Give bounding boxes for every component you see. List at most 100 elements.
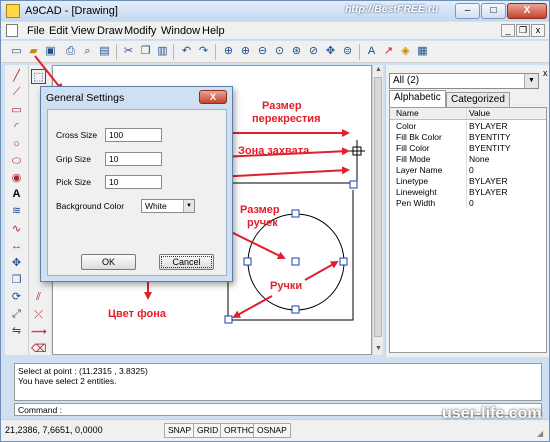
scroll-down-icon[interactable]: ▼	[374, 345, 383, 354]
menu-draw[interactable]: Draw	[97, 25, 123, 37]
scroll-up-icon[interactable]: ▲	[374, 66, 383, 75]
background-color-label: Background Color	[56, 201, 125, 211]
mdi-close-button[interactable]: x	[531, 24, 545, 37]
dialog-close-button[interactable]: X	[199, 90, 227, 104]
circle-icon[interactable]: ○	[9, 137, 24, 152]
cancel-button[interactable]: Cancel	[159, 254, 214, 270]
rotate-icon[interactable]: ⟳	[9, 290, 24, 305]
zoom-previous-icon[interactable]: ⊘	[306, 44, 321, 59]
cross-size-label: Cross Size	[56, 130, 98, 140]
extend-icon[interactable]: ⟿	[31, 325, 47, 340]
resize-grip-icon[interactable]: ◢	[537, 429, 547, 439]
minimize-button[interactable]: –	[455, 3, 480, 19]
print-preview-icon[interactable]: ⌕	[80, 44, 95, 59]
property-row[interactable]: Fill Bk Color BYENTITY	[390, 132, 546, 143]
point-icon[interactable]: ◉	[9, 171, 24, 186]
properties-icon[interactable]: ▦	[415, 44, 430, 59]
tab-categorized[interactable]: Categorized	[446, 92, 510, 107]
arc-icon[interactable]: ◜	[9, 120, 24, 135]
redo-icon[interactable]: ↷	[196, 44, 211, 59]
line-icon[interactable]: ╱	[9, 69, 24, 84]
polyline-icon[interactable]: ⟋	[9, 85, 24, 100]
document-icon[interactable]	[6, 24, 18, 37]
property-value: BYLAYER	[466, 176, 544, 187]
pan-icon[interactable]: ✥	[323, 44, 338, 59]
close-button[interactable]: X	[507, 3, 547, 19]
zoom-extents-icon[interactable]: ⊛	[289, 44, 304, 59]
undo-icon[interactable]: ↶	[179, 44, 194, 59]
watermark-top: http://BestFREE.ru	[345, 3, 439, 15]
dialog-title: General Settings	[46, 92, 125, 104]
cross-size-input[interactable]: 100	[105, 128, 162, 142]
property-row[interactable]: Color BYLAYER	[390, 121, 546, 132]
menu-window[interactable]: Window	[161, 25, 200, 37]
trim-icon[interactable]: ⤫	[31, 308, 46, 323]
panel-close-icon[interactable]: x	[543, 68, 548, 78]
print-icon[interactable]: ⎙	[63, 44, 78, 59]
osnap-toggle[interactable]: OSNAP	[253, 423, 291, 438]
command-history[interactable]: Select at point : (11.2315 , 3.8325) You…	[14, 363, 542, 401]
copy-entity-icon[interactable]: ❐	[9, 273, 24, 288]
canvas-vertical-scrollbar[interactable]: ▲ ▼	[372, 65, 383, 355]
move-icon[interactable]: ✥	[9, 256, 24, 271]
text-style-icon[interactable]: A	[364, 44, 379, 59]
dimension-style-icon[interactable]: ↗	[381, 44, 396, 59]
command-history-line: Select at point : (11.2315 , 3.8325)	[18, 366, 148, 376]
select-icon[interactable]: ⬚	[31, 69, 46, 84]
rectangle-icon[interactable]: ▭	[9, 103, 24, 118]
grip-size-label: Grip Size	[56, 154, 91, 164]
zoom-out-icon[interactable]: ⊖	[255, 44, 270, 59]
print-setup-icon[interactable]: ▤	[97, 44, 112, 59]
open-icon[interactable]: ▰	[26, 44, 41, 59]
property-row[interactable]: Linetype BYLAYER	[390, 176, 546, 187]
mdi-minimize-button[interactable]: _	[501, 24, 515, 37]
erase-icon[interactable]: ⌫	[31, 342, 47, 357]
zoom-window-icon[interactable]: ⊕	[221, 44, 236, 59]
snap-toggle[interactable]: SNAP	[164, 423, 196, 438]
zoom-scale-icon[interactable]: ⊜	[340, 44, 355, 59]
property-row[interactable]: Layer Name 0	[390, 165, 546, 176]
save-icon[interactable]: ▣	[43, 44, 58, 59]
pick-size-input[interactable]: 10	[105, 175, 162, 189]
app-icon	[6, 4, 20, 18]
tab-alphabetic[interactable]: Alphabetic	[389, 90, 446, 107]
menu-modify[interactable]: Modify	[124, 25, 156, 37]
layers-icon[interactable]: ◈	[398, 44, 413, 59]
ok-button[interactable]: OK	[81, 254, 136, 270]
menu-view[interactable]: View	[71, 25, 95, 37]
property-row[interactable]: Fill Color BYENTITY	[390, 143, 546, 154]
zoom-in-icon[interactable]: ⊕	[238, 44, 253, 59]
background-color-select[interactable]: White ▼	[141, 199, 195, 213]
pick-size-label: Pick Size	[56, 177, 91, 187]
mdi-restore-button[interactable]: ❐	[516, 24, 530, 37]
menu-file[interactable]: File	[27, 25, 45, 37]
spline-icon[interactable]: ∿	[9, 222, 24, 237]
chevron-down-icon: ▼	[524, 74, 538, 88]
ellipse-icon[interactable]: ⬭	[9, 154, 24, 169]
paste-icon[interactable]: ▥	[155, 44, 170, 59]
offset-icon[interactable]: ⫽	[31, 290, 46, 305]
new-icon[interactable]: ▭	[9, 44, 24, 59]
maximize-button[interactable]: □	[481, 3, 506, 19]
menu-edit[interactable]: Edit	[49, 25, 68, 37]
entity-selector[interactable]: All (2) ▼	[389, 73, 539, 89]
zoom-all-icon[interactable]: ⊙	[272, 44, 287, 59]
hatch-icon[interactable]: ≋	[9, 204, 24, 219]
grip-size-input[interactable]: 10	[105, 152, 162, 166]
mirror-icon[interactable]: ⇋	[9, 324, 24, 339]
menu-help[interactable]: Help	[202, 25, 225, 37]
dimension-icon[interactable]: ↔	[9, 239, 24, 254]
value-column-header: Value	[466, 108, 544, 119]
property-row[interactable]: Pen Width 0	[390, 198, 546, 209]
properties-grid: Name Value Color BYLAYER Fill Bk Color BYE…	[389, 107, 547, 353]
text-icon[interactable]: A	[9, 187, 24, 202]
grid-toggle[interactable]: GRID	[193, 423, 223, 438]
scale-icon[interactable]: ⤢	[9, 307, 24, 322]
property-row[interactable]: Fill Mode None	[390, 154, 546, 165]
main-toolbar: ▭ ▰ ▣ ⎙ ⌕ ▤ ✂ ❐ ▥ ↶ ↷ ⊕ ⊕ ⊖ ⊙ ⊛ ⊘ ✥ ⊜ A …	[1, 41, 549, 63]
menu-bar: File Edit View Draw Modify Window Help _…	[1, 22, 549, 40]
property-row[interactable]: Lineweight BYLAYER	[390, 187, 546, 198]
cut-icon[interactable]: ✂	[121, 44, 136, 59]
scroll-thumb[interactable]	[374, 77, 382, 337]
copy-icon[interactable]: ❐	[138, 44, 153, 59]
